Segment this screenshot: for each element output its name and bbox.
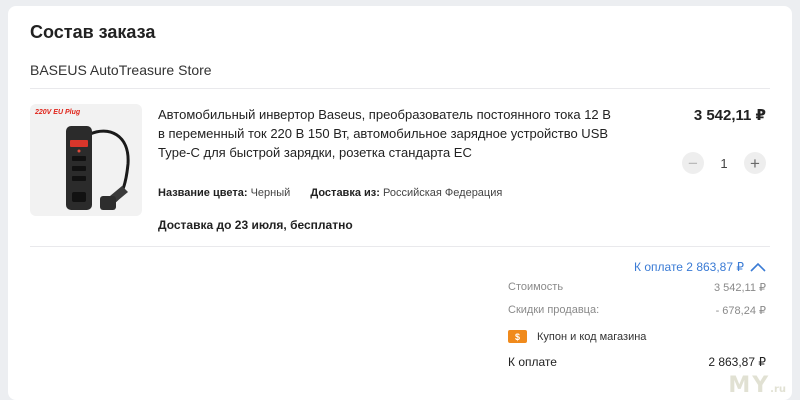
to-pay-toggle-label: К оплате 2 863,87 ₽ — [634, 260, 744, 274]
chevron-up-icon — [750, 262, 766, 272]
car-inverter-image-icon — [66, 126, 130, 210]
watermark-main: MY — [728, 373, 771, 398]
total-label: К оплате — [508, 355, 557, 369]
total-value: 2 863,87 ₽ — [708, 355, 766, 369]
section-title: Состав заказа — [30, 22, 156, 42]
watermark: MY.ru — [728, 373, 786, 398]
product-attributes: Название цвета: Черный Доставка из: Росс… — [158, 187, 502, 199]
discount-label: Скидки продавца: — [508, 304, 600, 316]
quantity-value: 1 — [720, 155, 728, 171]
increase-quantity-button[interactable]: + — [744, 152, 766, 174]
order-card: Состав заказа BASEUS AutoTreasure Store … — [8, 6, 792, 400]
cost-label: Стоимость — [508, 281, 564, 293]
divider — [30, 88, 770, 89]
ship-from-value: Российская Федерация — [382, 187, 503, 199]
product-image[interactable]: 220V EU Plug — [30, 104, 142, 216]
coupon-row[interactable]: $ Купон и код магазина — [508, 330, 646, 343]
ship-from-label: Доставка из: — [310, 187, 380, 199]
store-name[interactable]: BASEUS AutoTreasure Store — [30, 62, 212, 78]
cost-value: 3 542,11 ₽ — [713, 282, 766, 294]
discount-value: - 678,24 ₽ — [715, 305, 766, 317]
product-image-label: 220V EU Plug — [35, 109, 81, 116]
watermark-suffix: .ru — [770, 384, 786, 395]
color-value: Черный — [250, 187, 291, 199]
cost-row: Стоимость 3 542,11 ₽ — [508, 281, 766, 294]
item-price: 3 542,11 ₽ — [693, 107, 766, 124]
delivery-info: Доставка до 23 июля, бесплатно — [158, 218, 353, 232]
coupon-label: Купон и код магазина — [537, 330, 647, 343]
to-pay-toggle[interactable]: К оплате 2 863,87 ₽ — [634, 260, 766, 274]
divider — [30, 246, 770, 247]
quantity-stepper: − 1 + — [682, 152, 766, 174]
color-label: Название цвета: — [158, 187, 248, 199]
coupon-icon: $ — [508, 330, 527, 343]
decrease-quantity-button[interactable]: − — [682, 152, 704, 174]
total-row: К оплате 2 863,87 ₽ — [508, 355, 766, 369]
product-description[interactable]: Автомобильный инвертор Baseus, преобразо… — [158, 105, 618, 162]
discount-row: Скидки продавца: - 678,24 ₽ — [508, 304, 766, 317]
